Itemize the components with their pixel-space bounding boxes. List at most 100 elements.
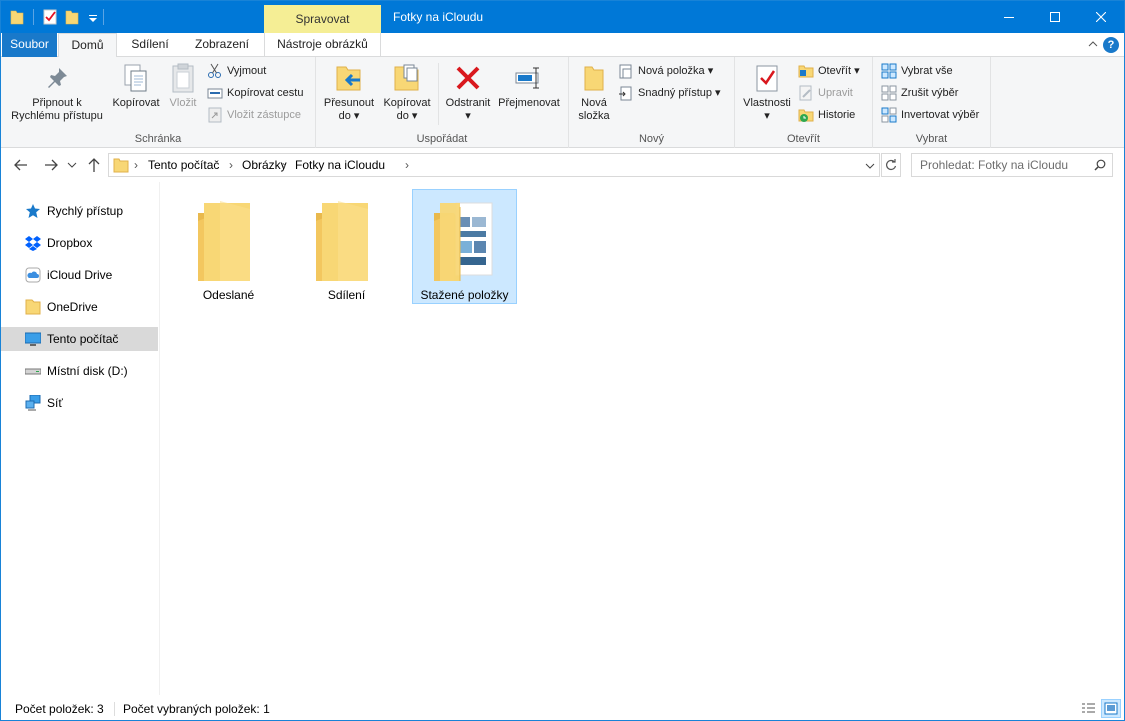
address-bar[interactable]: › Tento počítač › Obrázky › Fotky na iCl… xyxy=(108,153,880,177)
navigation-bar: › Tento počítač › Obrázky › Fotky na iCl… xyxy=(1,149,1124,181)
copy-path-label: Kopírovat cestu xyxy=(227,87,304,99)
delete-button[interactable]: Odstranit ▾ xyxy=(440,61,496,123)
invert-selection-button[interactable]: Invertovat výběr xyxy=(881,105,979,125)
new-folder-icon xyxy=(584,66,604,91)
breadcrumb-item[interactable]: Tento počítač xyxy=(148,154,219,176)
properties-button[interactable]: Vlastnosti ▾ xyxy=(739,61,795,123)
breadcrumb-separator-icon[interactable]: › xyxy=(405,154,409,176)
details-view-icon[interactable] xyxy=(1080,701,1096,717)
folder-icon xyxy=(316,201,368,281)
breadcrumb-separator-icon[interactable]: › xyxy=(229,154,233,176)
select-all-button[interactable]: Vybrat vše xyxy=(881,61,953,81)
properties-icon xyxy=(756,65,778,92)
sidebar-item-network[interactable]: Síť xyxy=(1,391,158,415)
folder-label: Odeslané xyxy=(202,288,255,302)
rename-button[interactable]: Přejmenovat xyxy=(496,61,562,110)
folder-item[interactable]: Sdílení xyxy=(294,189,399,304)
window-title: Fotky na iCloudu xyxy=(393,10,484,24)
icloud-icon xyxy=(25,267,41,283)
pin-quick-access-button[interactable]: Připnout k Rychlému přístupu xyxy=(5,61,109,123)
paste-shortcut-label: Vložit zástupce xyxy=(227,109,301,121)
search-input[interactable]: Prohledat: Fotky na iCloudu xyxy=(911,153,1113,177)
copy-to-icon xyxy=(394,64,419,91)
tab-file[interactable]: Soubor xyxy=(2,33,57,57)
minimize-button[interactable] xyxy=(986,1,1032,33)
open-button[interactable]: Otevřít ▾ xyxy=(798,61,860,81)
sidebar-item-icloud-drive[interactable]: iCloud Drive xyxy=(1,263,158,287)
sidebar-item-dropbox[interactable]: Dropbox xyxy=(1,231,158,255)
copy-button[interactable]: Kopírovat xyxy=(109,61,163,110)
organize-group: Přesunout do ▾ Kopírovat do ▾ Odstranit … xyxy=(316,57,569,148)
breadcrumb-item[interactable]: Fotky na iCloudu xyxy=(295,154,385,176)
tab-view[interactable]: Zobrazení xyxy=(183,33,261,57)
recent-locations-chevron-icon[interactable] xyxy=(67,161,77,169)
open-label: Otevřít xyxy=(818,65,852,77)
tab-picture-tools[interactable]: Nástroje obrázků xyxy=(264,33,381,57)
chevron-down-icon[interactable] xyxy=(865,162,875,170)
up-arrow-icon[interactable] xyxy=(87,157,101,173)
sidebar-item-label: Dropbox xyxy=(47,236,93,250)
paste-label: Vložit xyxy=(169,97,197,109)
copy-label: Kopírovat xyxy=(112,97,160,109)
folder-icon[interactable] xyxy=(9,8,25,26)
folder-with-photos-icon xyxy=(434,202,493,281)
tab-share[interactable]: Sdílení xyxy=(119,33,181,57)
folder-item-selected[interactable]: Stažené položky xyxy=(412,189,517,304)
delete-icon xyxy=(456,66,480,90)
paste-shortcut-button[interactable]: Vložit zástupce xyxy=(207,105,301,125)
explorer-window: Spravovat Fotky na iCloudu Soubor Domů S… xyxy=(0,0,1125,721)
folder-item[interactable]: Odeslané xyxy=(176,189,281,304)
sidebar-item-local-disk-d[interactable]: Místní disk (D:) xyxy=(1,359,158,383)
easy-access-button[interactable]: Snadný přístup ▾ xyxy=(618,83,721,103)
sidebar-item-this-pc[interactable]: Tento počítač xyxy=(1,327,158,351)
sidebar-item-onedrive[interactable]: OneDrive xyxy=(1,295,158,319)
refresh-button[interactable] xyxy=(881,153,901,177)
edit-icon xyxy=(799,85,812,101)
copy-to-button[interactable]: Kopírovat do ▾ xyxy=(378,61,436,123)
new-item-button[interactable]: Nová položka ▾ xyxy=(618,61,713,81)
forward-arrow-icon[interactable] xyxy=(43,158,59,172)
copy-path-button[interactable]: Kopírovat cestu xyxy=(207,83,303,103)
ribbon: Připnout k Rychlému přístupu Kopírovat V… xyxy=(1,57,1124,148)
close-button[interactable] xyxy=(1078,1,1124,33)
breadcrumb-separator-icon[interactable]: › xyxy=(134,154,138,176)
help-icon[interactable]: ? xyxy=(1103,37,1119,53)
edit-label: Upravit xyxy=(818,87,853,99)
properties-icon[interactable] xyxy=(42,8,58,26)
new-group: Nová složka Nová položka ▾ Snadný přístu… xyxy=(569,57,735,148)
new-folder-button[interactable]: Nová složka xyxy=(573,61,615,123)
history-button[interactable]: Historie xyxy=(798,105,855,125)
cut-button[interactable]: Vyjmout xyxy=(207,61,266,81)
tab-home[interactable]: Domů xyxy=(58,33,117,58)
sidebar-item-quick-access[interactable]: Rychlý přístup xyxy=(1,199,158,223)
copy-to-label-line2: do ▾ xyxy=(396,110,418,122)
paste-shortcut-icon xyxy=(208,107,222,123)
new-folder-label-line1: Nová xyxy=(581,97,607,109)
paste-button[interactable]: Vložit xyxy=(163,61,203,110)
maximize-button[interactable] xyxy=(1032,1,1078,33)
pin-label-line1: Připnout k xyxy=(32,97,82,109)
history-label: Historie xyxy=(818,109,856,121)
navigation-pane: Rychlý přístup Dropbox iCloud Drive OneD… xyxy=(1,182,160,695)
back-arrow-icon[interactable] xyxy=(13,158,29,172)
new-item-icon xyxy=(619,64,632,79)
chevron-up-icon[interactable] xyxy=(1088,39,1098,49)
move-to-button[interactable]: Přesunout do ▾ xyxy=(320,61,378,123)
easy-access-label: Snadný přístup xyxy=(638,87,712,99)
folder-label: Stažené položky xyxy=(420,288,509,302)
minimize-icon xyxy=(1004,17,1014,18)
history-icon xyxy=(798,109,814,122)
sidebar-item-label: Síť xyxy=(47,396,63,410)
select-none-button[interactable]: Zrušit výběr xyxy=(881,83,958,103)
breadcrumb-separator-icon[interactable]: › xyxy=(282,154,286,176)
rename-icon xyxy=(515,67,539,89)
paste-icon xyxy=(172,63,194,93)
edit-button[interactable]: Upravit xyxy=(798,83,853,103)
item-count: Počet položek: 3 xyxy=(15,702,104,716)
chevron-down-icon[interactable] xyxy=(85,8,101,26)
new-item-label: Nová položka xyxy=(638,65,705,77)
large-icons-view-button[interactable] xyxy=(1101,699,1121,718)
star-icon xyxy=(26,204,40,218)
new-folder-icon[interactable] xyxy=(64,8,80,26)
breadcrumb-item[interactable]: Obrázky xyxy=(242,154,287,176)
